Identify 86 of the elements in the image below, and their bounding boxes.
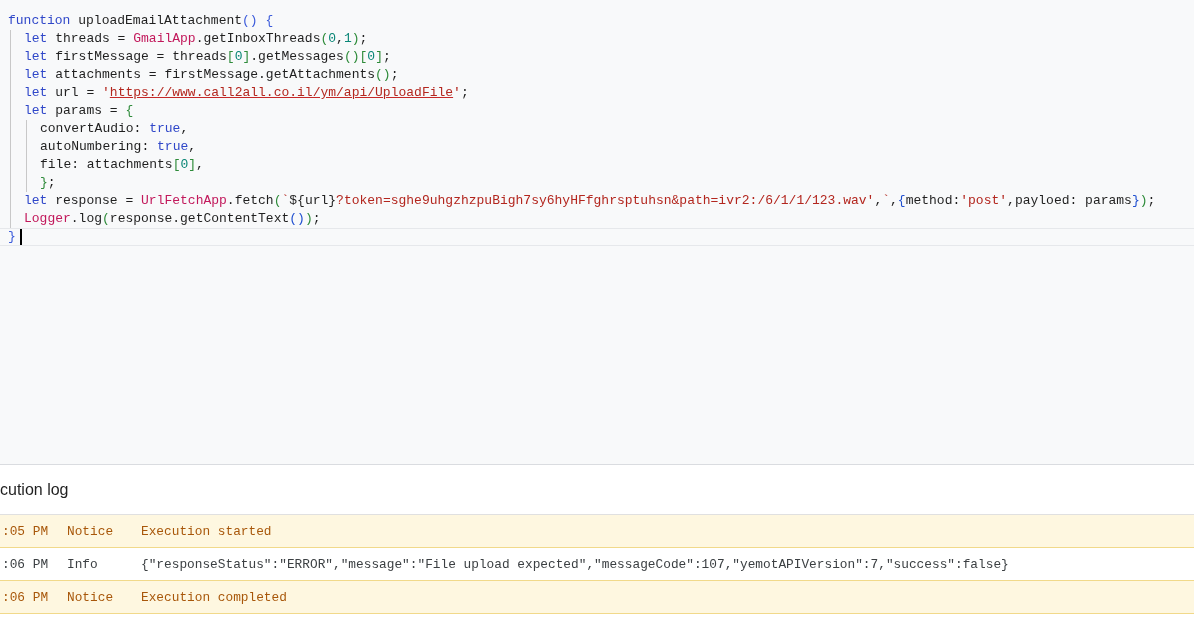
bracket-token: ] [242,48,251,66]
number-token: 1 [343,30,352,48]
bracket-token: { [897,192,906,210]
code-text: firstMessage = threads [54,48,227,66]
string-token: ?token=sghe9uhgzhzpuBigh7sy6hyHFfghrsptuhsn&path=ivr2:/6/1/1/123.wav' [336,192,875,210]
keyword-token: let [24,84,48,102]
code-text: method: [905,192,961,210]
bracket-token: [ [226,48,235,66]
log-message: Execution completed [141,589,287,605]
code-text: , [890,192,898,210]
code-text: response.getContentText [109,210,290,228]
code-text: .getMessages [250,48,344,66]
keyword-token: let [24,48,48,66]
code-text: threads = [54,30,127,48]
keyword-token: function [8,12,71,30]
log-time: :05 PM [1,523,50,539]
keyword-token: let [24,30,48,48]
number-token: 0 [180,156,189,174]
code-text: ; [460,84,469,102]
bracket-token: ( [273,192,282,210]
code-text: autoNumbering: [40,138,151,156]
bracket-token: ( [102,210,110,228]
bracket-token: () [289,210,305,228]
code-text: url = [54,84,96,102]
code-editor[interactable] [0,0,1194,465]
text-cursor [19,229,22,245]
code-text: .getInboxThreads [195,30,321,48]
keyword-token: true [149,120,181,138]
class-name-token: GmailApp [133,30,196,48]
code-text: ; [390,66,399,84]
code-text: ${url} [289,192,337,210]
bracket-token: () { [242,12,274,30]
code-text: .log [70,210,103,228]
code-text: file: attachments [40,156,173,174]
code-text: params = [54,102,119,120]
bracket-token: [ [172,156,181,174]
bracket-token: } [40,174,48,192]
bracket-token: { [125,102,134,120]
code-text: response = [54,192,135,210]
code-text: , [336,30,344,48]
keyword-token: let [24,102,48,120]
code-text: uploadEmailAttachment [77,12,243,30]
log-time: :06 PM [1,589,50,605]
bracket-token: ) [1139,192,1148,210]
bracket-token: () [375,66,391,84]
keyword-token: let [24,192,48,210]
bracket-token: ( [320,30,329,48]
code-text: , [188,138,197,156]
log-level: Info [67,556,99,572]
bracket-token: ] [188,156,197,174]
code-text: ; [359,30,368,48]
string-token: ` [882,192,891,210]
log-level: Notice [67,523,115,539]
keyword-token: let [24,66,48,84]
string-token: ' [102,84,110,102]
bracket-token: ()[ [343,48,368,66]
code-text: ; [382,48,391,66]
string-token: ' [453,84,461,102]
string-token: ` [281,192,290,210]
log-message: Execution started [141,523,272,539]
code-text: , [874,192,883,210]
number-token: 0 [234,48,243,66]
code-text: , [180,120,189,138]
code-text: convertAudio: [40,120,143,138]
bracket-token: ) [351,30,360,48]
url-link[interactable]: https://www.call2all.co.il/ym/api/UploadFile [109,84,454,102]
bracket-token: } [1131,192,1140,210]
number-token: 0 [328,30,337,48]
bracket-token: ] [375,48,383,66]
code-text: ; [312,210,321,228]
log-time: :06 PM [1,556,50,572]
number-token: 0 [367,48,376,66]
bracket-token: ) [304,210,313,228]
code-text: ,payloed: params [1007,192,1132,210]
string-token: 'post' [960,192,1008,210]
code-text: attachments = firstMessage.getAttachments [54,66,376,84]
code-text: , [196,156,204,174]
code-text: .fetch [226,192,274,210]
code-text: ; [47,174,56,192]
keyword-token: true [157,138,189,156]
bracket-token: } [8,228,16,246]
log-message: {"responseStatus":"ERROR","message":"File upload expected","messageCode":107,"yemotAPIVersion":7,"success":false} [141,556,1009,572]
code-text: ; [1147,192,1156,210]
class-name-token: Logger [24,210,71,228]
class-name-token: UrlFetchApp [141,192,227,210]
log-level: Notice [67,589,115,605]
